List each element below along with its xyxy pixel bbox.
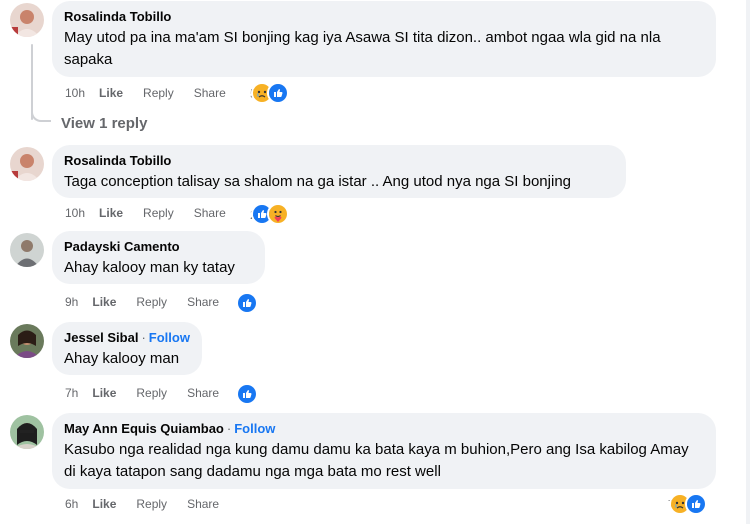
reply-button[interactable]: Reply (136, 496, 167, 512)
avatar[interactable] (10, 233, 44, 267)
reply-button[interactable]: Reply (136, 294, 167, 310)
comment-timestamp[interactable]: 6h (65, 496, 78, 512)
reply-thread-curve (31, 102, 51, 122)
comment-bubble: Rosalinda Tobillo Taga conception talisa… (52, 145, 626, 198)
like-reaction-icon (236, 383, 258, 405)
reaction-summary[interactable] (236, 292, 258, 314)
reply-button[interactable]: Reply (143, 205, 174, 221)
comment-text: Ahay kalooy man ky tatay (64, 259, 235, 276)
comment-bubble: Jessel Sibal · Follow Ahay kalooy man (52, 322, 202, 375)
avatar[interactable] (10, 3, 44, 37)
comment-timestamp[interactable]: 9h (65, 294, 78, 310)
comment-timestamp[interactable]: 7h (65, 385, 78, 401)
reply-button[interactable]: Reply (143, 85, 174, 101)
comment-author[interactable]: Padayski Camento (64, 239, 253, 255)
care-reaction-icon (267, 203, 290, 225)
comment-bubble: Rosalinda Tobillo May utod pa ina ma'am … (52, 1, 716, 77)
reaction-summary[interactable] (236, 383, 258, 405)
comment-bubble: May Ann Equis Quiambao · Follow Kasubo nga… (52, 413, 716, 489)
comment-actions: 7h Like Reply Share (65, 385, 239, 401)
share-button[interactable]: Share (187, 496, 219, 512)
like-button[interactable]: Like (92, 496, 116, 512)
author-name[interactable]: May Ann Equis Quiambao (64, 421, 224, 436)
like-button[interactable]: Like (99, 85, 123, 101)
separator-dot: · (141, 330, 146, 345)
comment-bubble: Padayski Camento Ahay kalooy man ky tata… (52, 231, 265, 284)
scrollbar-track[interactable] (746, 0, 750, 524)
reaction-summary[interactable]: 7 (668, 493, 708, 515)
avatar[interactable] (10, 147, 44, 181)
author-name[interactable]: Jessel Sibal (64, 330, 138, 345)
comment-actions: 10h Like Reply Share (65, 85, 246, 101)
share-button[interactable]: Share (187, 294, 219, 310)
follow-button[interactable]: Follow (149, 330, 190, 345)
reaction-summary[interactable]: 2 (250, 203, 290, 225)
view-replies-link[interactable]: View 1 reply (61, 115, 147, 132)
comment-text: Kasubo nga realidad nga kung damu damu k… (64, 441, 689, 480)
share-button[interactable]: Share (194, 85, 226, 101)
like-reaction-icon (685, 493, 708, 515)
like-button[interactable]: Like (92, 294, 116, 310)
comment-text: Ahay kalooy man (64, 350, 180, 367)
reply-button[interactable]: Reply (136, 385, 167, 401)
avatar[interactable] (10, 324, 44, 358)
like-button[interactable]: Like (99, 205, 123, 221)
comment-actions: 9h Like Reply Share (65, 294, 239, 310)
avatar[interactable] (10, 415, 44, 449)
comment-text: May utod pa ina ma'am SI bonjing kag iya… (64, 29, 661, 68)
separator-dot: · (226, 421, 232, 436)
follow-button[interactable]: Follow (234, 421, 275, 436)
reaction-summary[interactable]: 5 (250, 82, 290, 104)
share-button[interactable]: Share (194, 205, 226, 221)
comment-author[interactable]: Jessel Sibal · Follow (64, 330, 190, 346)
comment-timestamp[interactable]: 10h (65, 205, 85, 221)
comment-author[interactable]: Rosalinda Tobillo (64, 153, 614, 169)
like-button[interactable]: Like (92, 385, 116, 401)
comment-author[interactable]: Rosalinda Tobillo (64, 9, 704, 25)
comment-actions: 6h Like Reply Share (65, 496, 239, 512)
comment-author[interactable]: May Ann Equis Quiambao · Follow (64, 421, 704, 437)
comment-text: Taga conception talisay sa shalom na ga … (64, 173, 571, 190)
comment-actions: 10h Like Reply Share (65, 205, 246, 221)
comment-timestamp[interactable]: 10h (65, 85, 85, 101)
like-reaction-icon (267, 82, 290, 104)
like-reaction-icon (236, 292, 258, 314)
share-button[interactable]: Share (187, 385, 219, 401)
